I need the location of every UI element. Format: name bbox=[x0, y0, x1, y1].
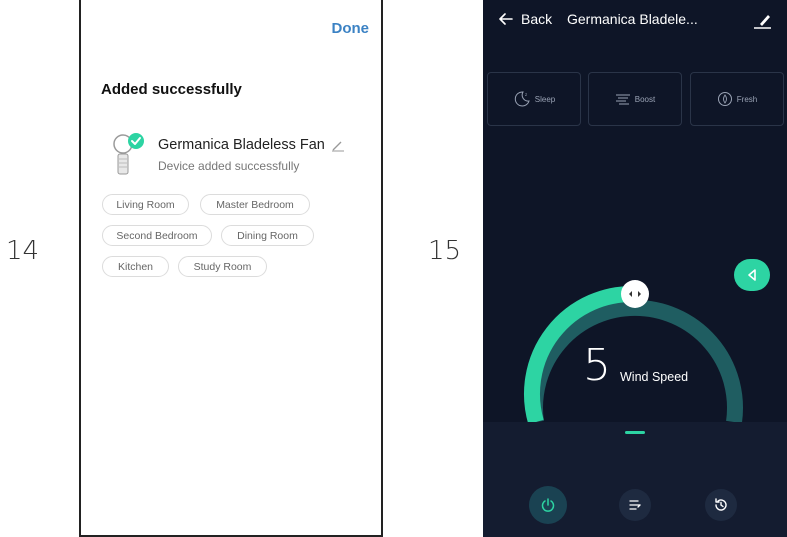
mode-boost-button[interactable]: Boost bbox=[588, 72, 682, 126]
mode-boost-label: Boost bbox=[634, 94, 656, 104]
bottom-control-panel bbox=[483, 422, 787, 537]
leaf-icon bbox=[717, 92, 732, 106]
edit-icon[interactable] bbox=[751, 9, 773, 31]
room-chip-living-room[interactable]: Living Room bbox=[102, 194, 189, 215]
wind-speed-gauge[interactable] bbox=[483, 270, 787, 430]
step-number-15: 15 bbox=[428, 236, 462, 266]
done-button[interactable]: Done bbox=[332, 20, 370, 37]
device-status-text: Device added successfully bbox=[158, 159, 300, 173]
step-number-14: 14 bbox=[6, 236, 40, 266]
check-badge-icon bbox=[128, 133, 144, 149]
pencil-icon[interactable] bbox=[331, 138, 345, 152]
fan-control-screen: Back Germanica Bladele... z Sleep Boost … bbox=[483, 0, 787, 537]
timer-icon bbox=[715, 498, 727, 511]
room-chip-second-bedroom[interactable]: Second Bedroom bbox=[102, 225, 212, 246]
power-button[interactable] bbox=[529, 486, 567, 524]
svg-text:z: z bbox=[525, 92, 527, 97]
wind-speed-label: Wind Speed bbox=[620, 370, 689, 384]
boost-icon bbox=[615, 94, 630, 105]
added-successfully-screen: Done Added successfully Germanica Bladel… bbox=[79, 0, 383, 537]
device-name: Germanica Bladeless Fan bbox=[158, 137, 325, 153]
wind-speed-value: 5 bbox=[583, 340, 611, 391]
power-icon bbox=[541, 498, 555, 512]
mode-fresh-label: Fresh bbox=[736, 94, 758, 104]
arrow-left-icon bbox=[499, 13, 513, 25]
back-label: Back bbox=[521, 11, 553, 27]
timer-button[interactable] bbox=[705, 489, 737, 521]
mode-fresh-button[interactable]: Fresh bbox=[690, 72, 784, 126]
device-title: Germanica Bladele... bbox=[567, 11, 698, 27]
room-chip-dining-room[interactable]: Dining Room bbox=[221, 225, 314, 246]
drawer-handle[interactable] bbox=[625, 431, 645, 434]
room-chip-study-room[interactable]: Study Room bbox=[178, 256, 267, 277]
gauge-knob[interactable] bbox=[621, 280, 649, 308]
back-button[interactable]: Back bbox=[499, 11, 552, 27]
mode-sleep-label: Sleep bbox=[534, 94, 556, 104]
page-title: Added successfully bbox=[101, 81, 242, 98]
device-name-row: Germanica Bladeless Fan bbox=[158, 137, 345, 153]
fan-device-icon bbox=[113, 133, 144, 175]
header-bar: Back Germanica Bladele... bbox=[483, 0, 787, 40]
room-chip-master-bedroom[interactable]: Master Bedroom bbox=[200, 194, 310, 215]
mode-sleep-button[interactable]: z Sleep bbox=[487, 72, 581, 126]
oscillation-button[interactable] bbox=[619, 489, 651, 521]
room-chip-kitchen[interactable]: Kitchen bbox=[102, 256, 169, 277]
oscillate-icon bbox=[629, 500, 641, 510]
moon-icon: z bbox=[514, 91, 530, 107]
